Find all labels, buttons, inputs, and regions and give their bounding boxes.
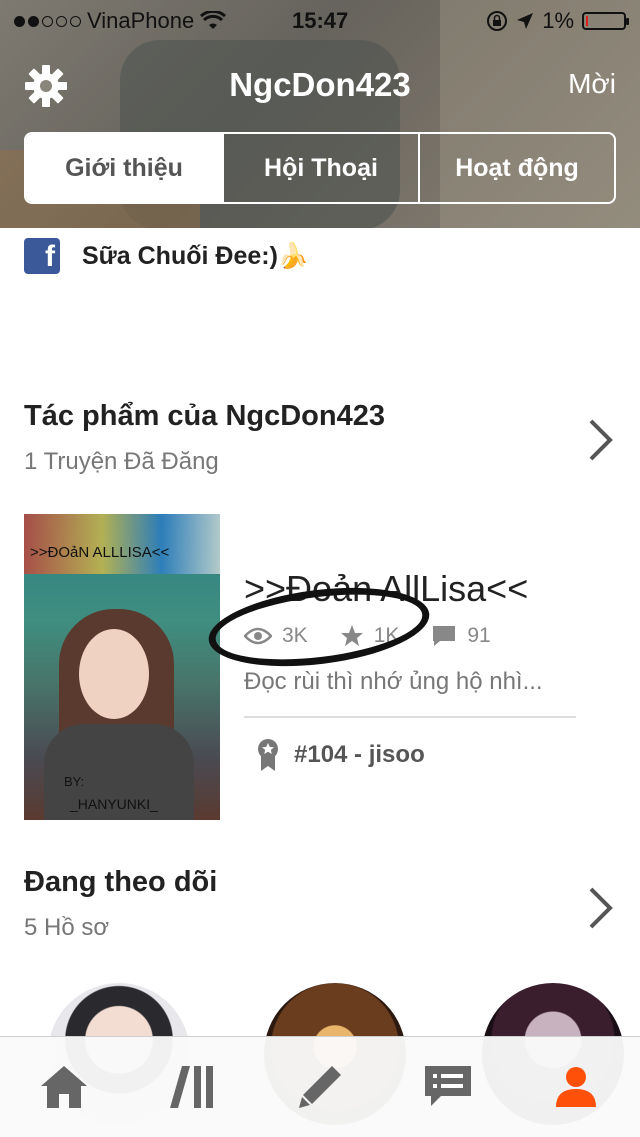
facebook-link[interactable]: f Sữa Chuối Đee:)🍌 bbox=[24, 238, 309, 274]
orientation-lock-icon bbox=[487, 11, 508, 31]
bottom-tab-bar bbox=[0, 1036, 640, 1137]
status-bar: VinaPhone 15:47 1% bbox=[0, 6, 640, 36]
works-section-title[interactable]: Tác phẩm của NgcDon423 bbox=[24, 400, 385, 433]
cover-title: >>ĐOảN ALLLISA<< bbox=[30, 544, 170, 561]
battery-icon bbox=[582, 12, 629, 30]
write-pencil-icon bbox=[299, 1066, 341, 1108]
facebook-name: Sữa Chuối Đee:)🍌 bbox=[82, 241, 310, 270]
profile-icon bbox=[556, 1067, 596, 1107]
tab-about[interactable]: Giới thiệu bbox=[26, 134, 222, 202]
navigation-bar: NgcDon423 Mời bbox=[0, 58, 640, 118]
messages-icon bbox=[425, 1066, 471, 1106]
invite-button[interactable]: Mời bbox=[568, 68, 616, 100]
rank-text: #104 - jisoo bbox=[294, 741, 425, 768]
home-icon bbox=[41, 1066, 87, 1108]
location-arrow-icon bbox=[517, 13, 534, 29]
tab-write[interactable] bbox=[280, 1047, 360, 1127]
story-rank[interactable]: #104 - jisoo bbox=[256, 738, 425, 772]
status-time: 15:47 bbox=[292, 8, 349, 33]
award-ribbon-icon bbox=[258, 739, 278, 771]
following-section-subtitle: 5 Hồ sơ bbox=[24, 914, 110, 941]
cover-author: _HANYUNKI_ bbox=[70, 796, 158, 812]
carrier-name: VinaPhone bbox=[87, 8, 195, 33]
story-description: Đọc rùi thì nhớ ủng hộ nhì... bbox=[244, 668, 543, 695]
facebook-icon: f bbox=[24, 238, 60, 274]
story-cover-image[interactable]: >>ĐOảN ALLLISA<< BY: _HANYUNKI_ bbox=[24, 514, 220, 820]
cover-by: BY: bbox=[64, 774, 85, 789]
tab-profile[interactable] bbox=[536, 1047, 616, 1127]
battery-percent: 1% bbox=[542, 8, 574, 33]
wifi-icon bbox=[200, 11, 227, 29]
comments-count: 91 bbox=[467, 624, 491, 647]
tab-activity[interactable]: Hoạt động bbox=[418, 134, 614, 202]
tab-conversations[interactable]: Hội Thoại bbox=[222, 134, 418, 202]
profile-username-title: NgcDon423 bbox=[229, 66, 411, 103]
chevron-right-icon[interactable] bbox=[588, 418, 614, 462]
divider bbox=[244, 716, 576, 718]
tab-messages[interactable] bbox=[408, 1047, 488, 1127]
comment-icon bbox=[433, 626, 456, 646]
works-section-subtitle: 1 Truyện Đã Đăng bbox=[24, 448, 219, 475]
profile-tabs: Giới thiệu Hội Thoại Hoạt động bbox=[24, 132, 616, 204]
following-section-title[interactable]: Đang theo dõi bbox=[24, 866, 217, 899]
library-icon bbox=[170, 1066, 213, 1108]
chevron-right-icon[interactable] bbox=[588, 886, 614, 930]
hand-drawn-circle-annotation bbox=[204, 576, 434, 678]
tab-library[interactable] bbox=[152, 1047, 232, 1127]
signal-dots-icon bbox=[14, 15, 81, 27]
tab-home[interactable] bbox=[24, 1047, 104, 1127]
